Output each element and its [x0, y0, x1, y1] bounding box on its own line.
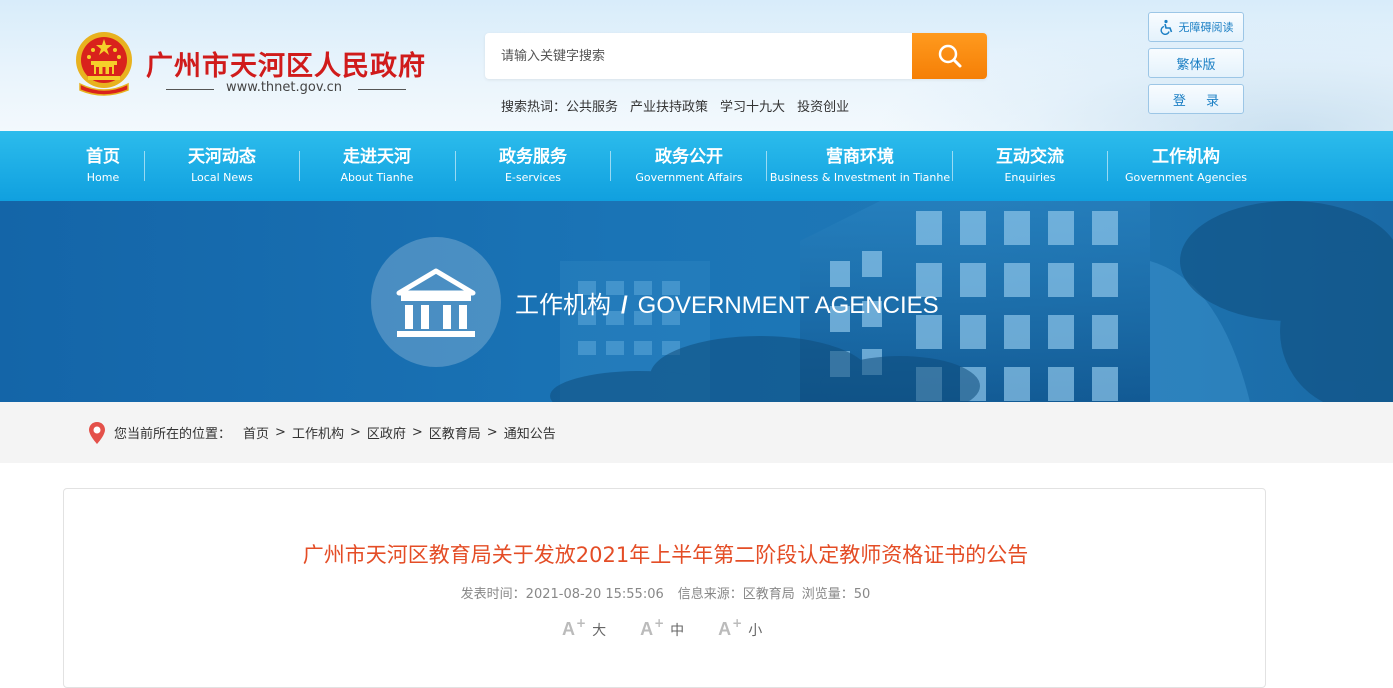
nav-sublabel: Local News: [191, 170, 253, 184]
nav-sublabel: Home: [86, 170, 120, 184]
nav-label: 政务公开: [655, 146, 723, 167]
publish-time: 发表时间：2021-08-20 15:55:06: [460, 587, 664, 602]
info-source: 信息来源：区教育局: [677, 587, 795, 602]
nav-divider: [1107, 151, 1108, 181]
hot-word-link[interactable]: 学习十九大: [720, 100, 785, 115]
font-size-large-button[interactable]: A + 大: [562, 616, 607, 640]
site-url-row: www.thnet.gov.cn: [166, 79, 406, 99]
breadcrumb-separator: >: [275, 425, 286, 440]
article-title: 广州市天河区教育局关于发放2021年上半年第二阶段认定教师资格证书的公告: [302, 543, 1029, 567]
nav-item-government-agencies[interactable]: 工作机构 Government Agencies: [1115, 131, 1257, 201]
nav-item-business-environment[interactable]: 营商环境 Business & Investment in Tianhe: [768, 131, 952, 201]
building-columns-icon: [396, 268, 476, 337]
font-size-plus: +: [654, 616, 665, 630]
login-button[interactable]: 登 录: [1148, 84, 1244, 114]
article-meta: 发表时间：2021-08-20 15:55:06 信息来源：区教育局 浏览量：50: [64, 583, 1267, 602]
nav-label: 工作机构: [1152, 146, 1220, 167]
font-size-plus: +: [732, 616, 743, 630]
view-count: 浏览量：50: [801, 587, 871, 602]
breadcrumb-link-notices[interactable]: 通知公告: [504, 423, 556, 442]
font-size-switcher: A + 大 A + 中 A + 小: [562, 616, 796, 640]
accessibility-label: 无障碍阅读: [1178, 21, 1234, 34]
search-box: [485, 33, 987, 79]
site-title[interactable]: 广州市天河区人民政府: [146, 44, 426, 83]
breadcrumb-separator: >: [349, 425, 361, 440]
font-size-small-button[interactable]: A + 小: [718, 616, 763, 640]
nav-label: 天河动态: [188, 146, 256, 167]
font-size-label: 小: [748, 623, 763, 639]
banner-title-slash: /: [621, 292, 628, 319]
location-pin-icon: [89, 421, 105, 444]
traditional-chinese-button[interactable]: 繁体版: [1148, 48, 1244, 78]
breadcrumb-separator: >: [411, 425, 423, 440]
nav-sublabel: E-services: [504, 170, 562, 184]
hot-search-label: 搜索热词：: [501, 100, 567, 115]
nav-item-about-tianhe[interactable]: 走进天河 About Tianhe: [307, 131, 447, 201]
divider: [166, 89, 214, 90]
accessibility-button[interactable]: 无障碍阅读: [1148, 12, 1244, 42]
article-card: 广州市天河区教育局关于发放2021年上半年第二阶段认定教师资格证书的公告 发表时…: [63, 488, 1266, 688]
banner-icon-circle: [371, 237, 501, 367]
nav-sublabel: About Tianhe: [340, 170, 414, 184]
font-size-plus: +: [576, 616, 587, 630]
nav-label: 政务服务: [499, 146, 567, 167]
site-url: www.thnet.gov.cn: [226, 80, 343, 95]
divider: [358, 89, 406, 90]
nav-item-enquiries[interactable]: 互动交流 Enquiries: [960, 131, 1100, 201]
national-emblem-icon[interactable]: [72, 30, 136, 98]
nav-sublabel: Government Affairs: [635, 170, 743, 184]
breadcrumb-link-education-bureau[interactable]: 区教育局: [429, 423, 481, 442]
nav-item-local-news[interactable]: 天河动态 Local News: [152, 131, 292, 201]
nav-divider: [766, 151, 767, 181]
banner-title: 工作机构 / GOVERNMENT AGENCIES: [515, 285, 939, 320]
hot-word-link[interactable]: 公共服务: [566, 100, 618, 115]
nav-divider: [299, 151, 300, 181]
wheelchair-icon: [1159, 19, 1172, 35]
breadcrumb-label: 您当前所在的位置：: [114, 427, 232, 442]
breadcrumb-link-district-gov[interactable]: 区政府: [367, 423, 406, 442]
nav-label: 营商环境: [826, 146, 894, 167]
font-size-label: 中: [670, 623, 685, 639]
breadcrumb-link-agencies[interactable]: 工作机构: [292, 423, 344, 442]
hot-word-link[interactable]: 产业扶持政策: [630, 100, 708, 115]
nav-item-e-services[interactable]: 政务服务 E-services: [463, 131, 603, 201]
nav-label: 互动交流: [996, 146, 1064, 167]
nav-sublabel: Enquiries: [1004, 170, 1056, 184]
font-size-icon: A: [562, 619, 575, 639]
banner-title-cn: 工作机构: [515, 292, 611, 319]
breadcrumb-link-home[interactable]: 首页: [243, 423, 269, 442]
main-nav: 首页 Home 天河动态 Local News 走进天河 About Tianh…: [0, 131, 1393, 201]
font-size-icon: A: [718, 619, 732, 639]
font-size-medium-button[interactable]: A + 中: [640, 616, 685, 640]
search-icon: [938, 44, 961, 68]
breadcrumb-separator: >: [486, 425, 498, 440]
site-header: 广州市天河区人民政府 www.thnet.gov.cn 搜索热词：公共服务产业扶…: [0, 0, 1393, 131]
search-input[interactable]: [485, 33, 912, 79]
nav-item-government-affairs[interactable]: 政务公开 Government Affairs: [618, 131, 760, 201]
hot-word-link[interactable]: 投资创业: [797, 100, 849, 115]
font-size-label: 大: [592, 623, 607, 639]
nav-sublabel: Government Agencies: [1125, 170, 1247, 184]
font-size-icon: A: [640, 619, 654, 639]
nav-divider: [610, 151, 611, 181]
nav-label: 首页: [86, 146, 120, 167]
search-button[interactable]: [912, 33, 987, 79]
banner-title-en: GOVERNMENT AGENCIES: [637, 292, 939, 319]
breadcrumb-bar: 您当前所在的位置： 首页 > 工作机构 > 区政府 > 区教育局 > 通知公告: [0, 402, 1393, 463]
nav-label: 走进天河: [343, 146, 411, 167]
nav-divider: [952, 151, 953, 181]
nav-divider: [455, 151, 456, 181]
nav-sublabel: Business & Investment in Tianhe: [769, 170, 951, 184]
hot-search-words: 搜索热词：公共服务 产业扶持政策 学习十九大 投资创业: [501, 96, 861, 115]
breadcrumb: 您当前所在的位置： 首页 > 工作机构 > 区政府 > 区教育局 > 通知公告: [88, 402, 556, 463]
nav-divider: [144, 151, 145, 181]
nav-item-home[interactable]: 首页 Home: [70, 131, 136, 201]
page-banner: 工作机构 / GOVERNMENT AGENCIES: [0, 201, 1393, 402]
